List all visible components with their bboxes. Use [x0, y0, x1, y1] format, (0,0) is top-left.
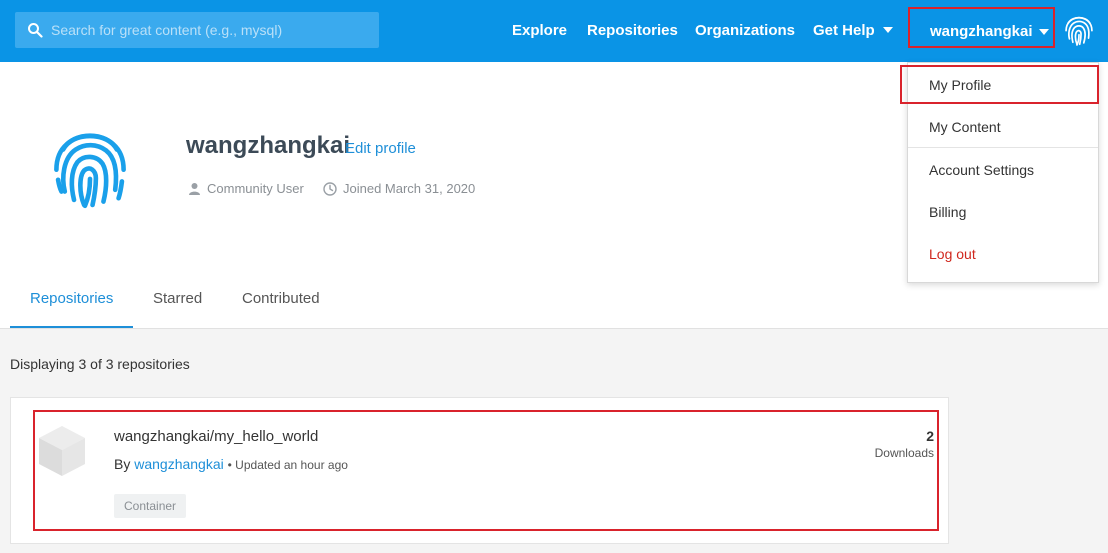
repository-byline: By wangzhangkai • Updated an hour ago — [114, 456, 348, 472]
search-icon — [28, 23, 43, 38]
downloads-label: Downloads — [874, 446, 934, 460]
active-tab-indicator — [10, 326, 133, 328]
user-icon — [189, 183, 200, 195]
menu-divider — [908, 147, 1098, 148]
user-type-meta: Community User — [188, 181, 304, 196]
edit-profile-link[interactable]: Edit profile — [345, 140, 416, 157]
repository-type-badge: Container — [114, 494, 187, 518]
repository-owner-link[interactable]: wangzhangkai — [134, 456, 224, 472]
fingerprint-icon[interactable] — [1062, 13, 1096, 47]
search-box[interactable] — [15, 12, 379, 48]
repository-name-link[interactable]: wangzhangkai/my_hello_world — [114, 428, 318, 445]
cube-icon — [39, 426, 85, 476]
tab-starred[interactable]: Starred — [153, 290, 202, 307]
tab-repositories[interactable]: Repositories — [30, 290, 113, 307]
nav-repositories-link[interactable]: Repositories — [587, 22, 678, 39]
caret-down-icon — [1039, 29, 1049, 35]
top-navigation-bar: Explore Repositories Organizations Get H… — [0, 0, 1108, 62]
joined-date-label: Joined March 31, 2020 — [343, 181, 476, 196]
user-menu-toggle[interactable]: wangzhangkai — [908, 7, 1055, 48]
caret-down-icon — [882, 27, 893, 33]
nav-explore-link[interactable]: Explore — [512, 22, 567, 39]
nav-organizations-link[interactable]: Organizations — [695, 22, 795, 39]
get-help-label: Get Help — [813, 22, 875, 39]
clock-icon — [323, 181, 337, 196]
joined-date-meta: Joined March 31, 2020 — [323, 181, 475, 196]
user-type-label: Community User — [207, 181, 304, 196]
repository-updated-text: • Updated an hour ago — [227, 458, 348, 472]
menu-item-my-content[interactable]: My Content — [908, 107, 1098, 147]
tab-contributed[interactable]: Contributed — [242, 290, 320, 307]
menu-item-log-out[interactable]: Log out — [908, 234, 1098, 274]
menu-item-account-settings[interactable]: Account Settings — [908, 150, 1098, 190]
profile-username: wangzhangkai — [186, 132, 351, 159]
nav-username: wangzhangkai — [930, 23, 1033, 40]
repository-by-prefix: By — [114, 456, 131, 472]
search-input[interactable] — [51, 12, 371, 48]
fingerprint-icon — [54, 133, 126, 209]
my-profile-highlight-box — [900, 65, 1099, 104]
nav-get-help-menu[interactable]: Get Help — [813, 22, 893, 39]
repo-count-text: Displaying 3 of 3 repositories — [10, 356, 190, 372]
downloads-count: 2 — [926, 428, 934, 444]
menu-item-billing[interactable]: Billing — [908, 192, 1098, 232]
